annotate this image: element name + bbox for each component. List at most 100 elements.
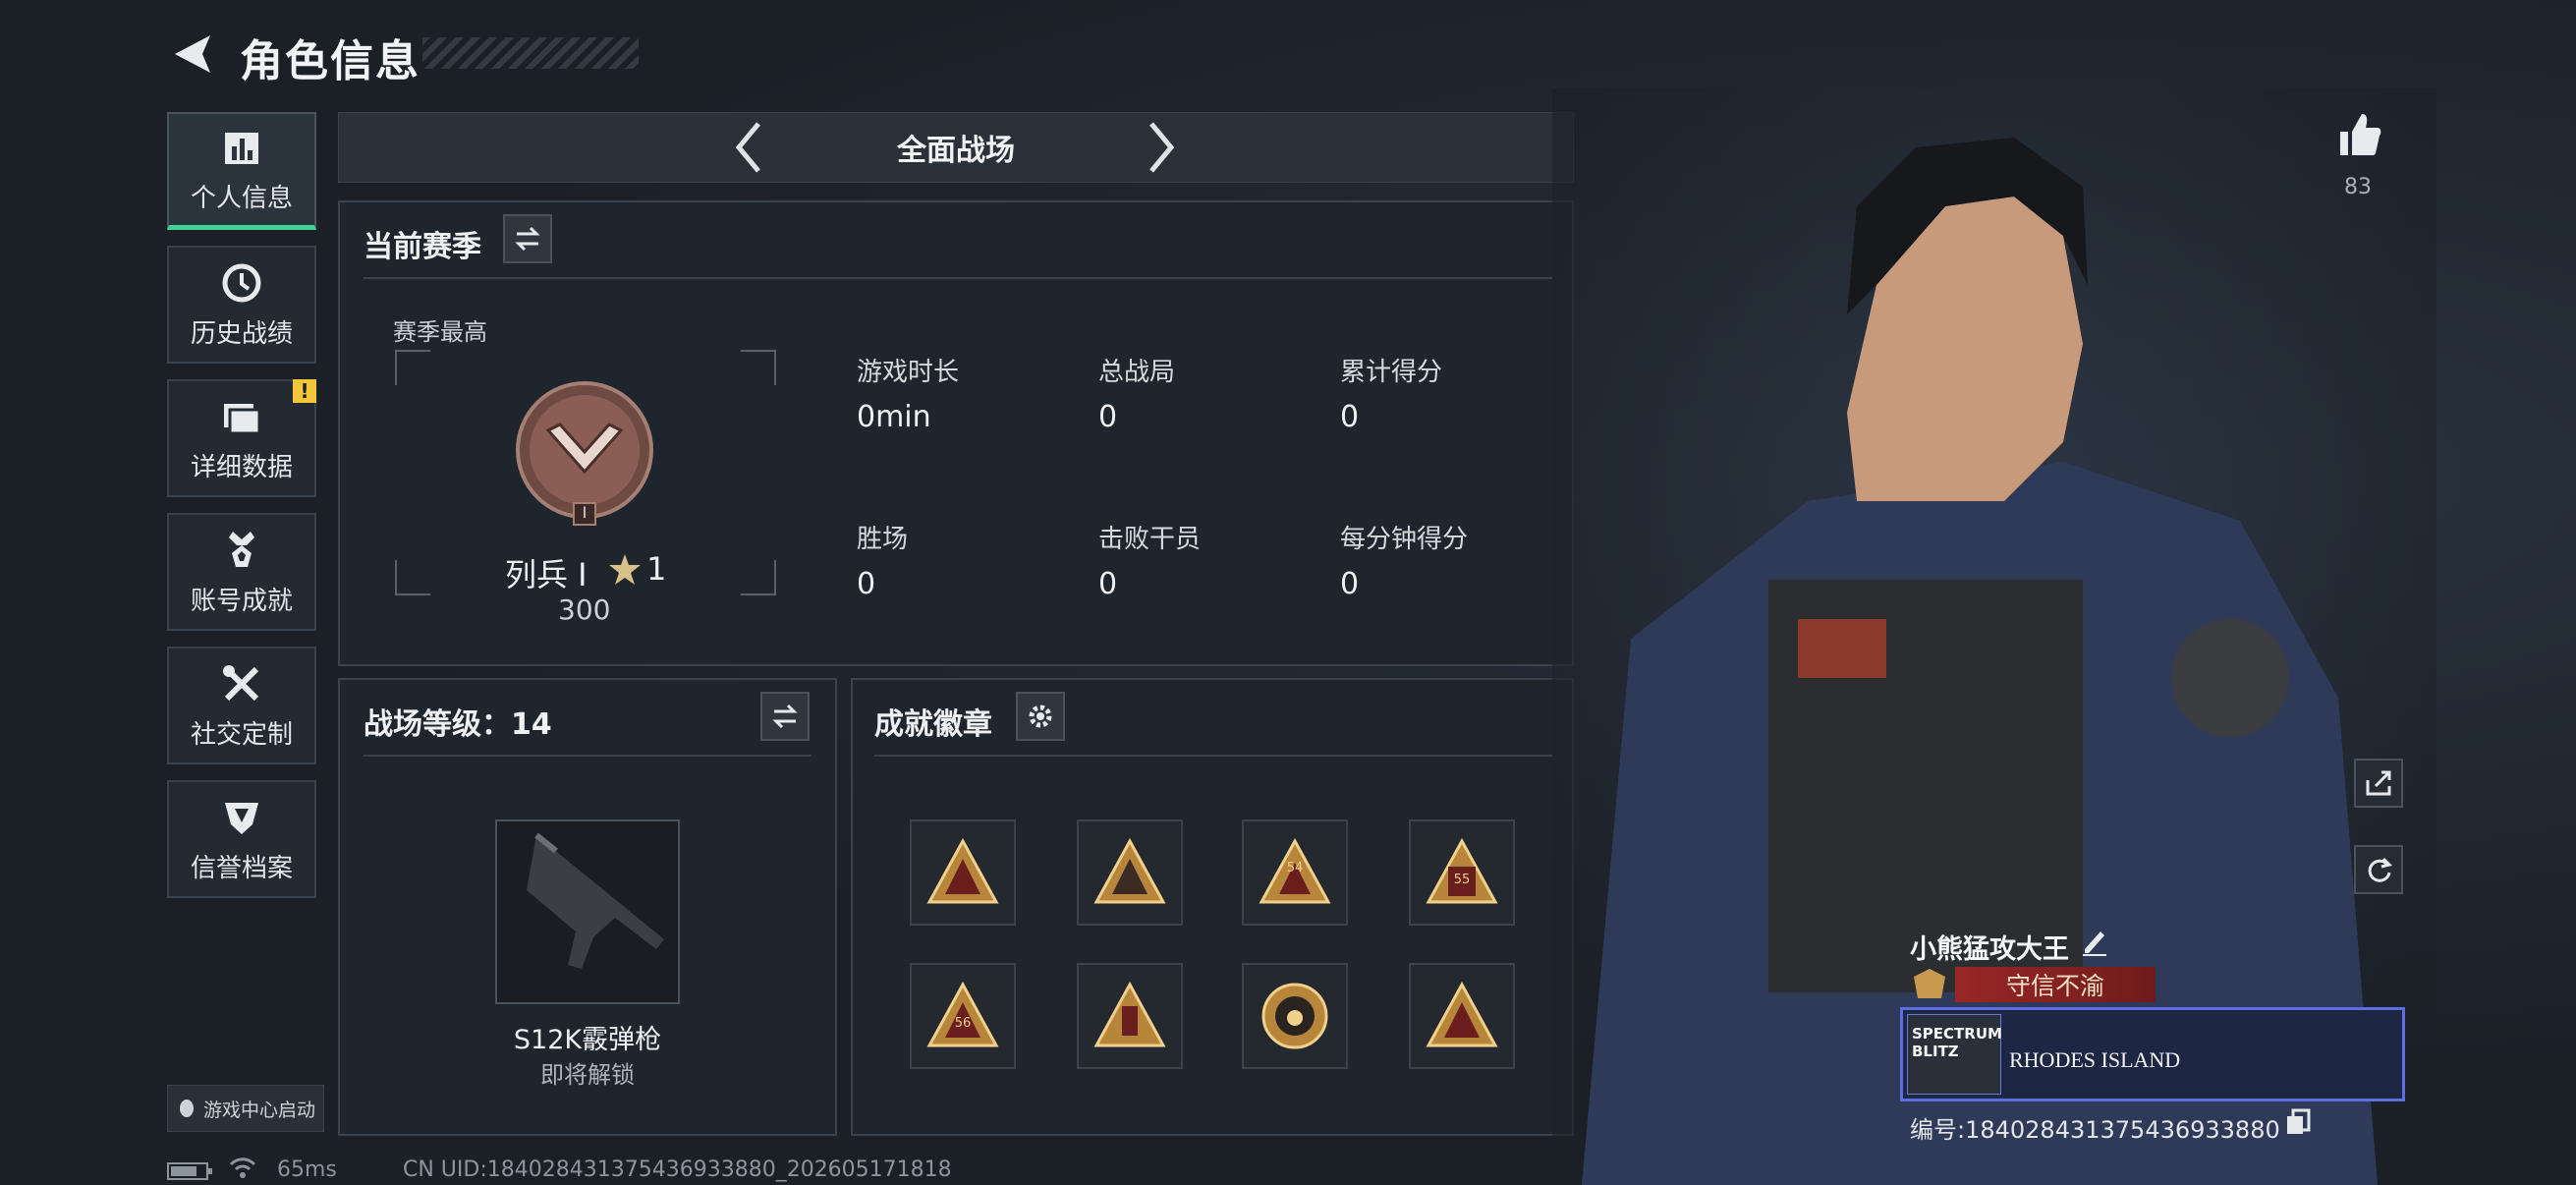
divider bbox=[874, 755, 1552, 757]
triangle-badge-icon bbox=[1426, 981, 1498, 1047]
frame-corner bbox=[395, 350, 430, 385]
season-best-label: 赛季最高 bbox=[393, 318, 487, 346]
share-icon bbox=[2366, 770, 2391, 796]
round-badge-icon bbox=[1261, 983, 1328, 1049]
back-arrow-icon[interactable] bbox=[167, 29, 216, 79]
game-center-button[interactable]: 游戏中心启动 bbox=[167, 1085, 324, 1132]
likes-count: 83 bbox=[2344, 175, 2372, 199]
triangle-badge-icon bbox=[1093, 837, 1166, 904]
rank-roman: Ⅰ bbox=[582, 503, 588, 522]
status-uid: CN UID:1840284313754369338​80_2026051718… bbox=[403, 1157, 952, 1182]
stat-value: 0 bbox=[1098, 567, 1118, 601]
copy-icon[interactable] bbox=[2285, 1108, 2311, 1136]
achievement-badge[interactable] bbox=[1242, 963, 1348, 1069]
history-icon bbox=[222, 263, 261, 302]
sidebar-item-label: 社交定制 bbox=[190, 719, 293, 750]
medal-icon bbox=[229, 531, 254, 567]
banner-left-logo: SPECTRUM BLITZ bbox=[1907, 1014, 2002, 1095]
player-uid: 编号:1840284313754369338​80 bbox=[1910, 1116, 2280, 1144]
sidebar-item-history[interactable]: 历史战绩 bbox=[167, 246, 316, 364]
sidebar-item-label: 个人信息 bbox=[190, 184, 293, 213]
rank-stars: 1 bbox=[646, 550, 667, 588]
stat-value: 0 bbox=[1340, 567, 1360, 601]
stat-label: 游戏时长 bbox=[857, 358, 960, 387]
mode-label: 全面战场 bbox=[897, 134, 1015, 168]
tools-icon bbox=[223, 664, 259, 701]
sidebar-item-credit-profile[interactable]: 信誉档案 bbox=[167, 780, 316, 898]
name-card-banner[interactable]: SPECTRUM BLITZ RHODES ISLAND bbox=[1900, 1007, 2405, 1101]
stat-label: 累计得分 bbox=[1340, 358, 1443, 387]
frame-corner bbox=[741, 560, 776, 595]
season-switch-button[interactable] bbox=[503, 214, 552, 263]
stat-wins: 胜场 0 bbox=[857, 519, 908, 601]
sidebar-item-personal-info[interactable]: 个人信息 bbox=[167, 112, 316, 230]
shield-icon bbox=[225, 802, 258, 834]
game-center-label: 游戏中心启动 bbox=[203, 1099, 316, 1121]
weapon-name: S12K霰弹枪 bbox=[513, 1025, 662, 1055]
divider bbox=[364, 277, 1552, 279]
stat-score-per-minute: 每分钟得分 0 bbox=[1340, 519, 1468, 601]
stat-total-score: 累计得分 0 bbox=[1340, 352, 1442, 434]
player-title: 守信不渝 bbox=[1955, 967, 2156, 1002]
warning-badge: ! bbox=[293, 379, 316, 403]
rank-name: 列兵 Ⅰ bbox=[505, 556, 588, 593]
stat-total-matches: 总战局 0 bbox=[1098, 352, 1175, 434]
sidebar-item-social-custom[interactable]: 社交定制 bbox=[167, 647, 316, 764]
shotgun-icon bbox=[527, 832, 664, 969]
sidebar-item-label: 详细数据 bbox=[190, 452, 293, 482]
achievement-badge[interactable] bbox=[1077, 819, 1183, 926]
achievement-badge[interactable] bbox=[910, 819, 1016, 926]
weapon-status: 即将解锁 bbox=[540, 1061, 635, 1089]
swap-icon bbox=[515, 226, 540, 252]
rotate-button[interactable] bbox=[2354, 845, 2403, 894]
achievements-settings-button[interactable] bbox=[1016, 692, 1065, 741]
achievement-badge[interactable] bbox=[1077, 963, 1183, 1069]
badge-number: 55 bbox=[1453, 873, 1471, 887]
stat-label: 总战局 bbox=[1098, 358, 1176, 387]
divider bbox=[364, 755, 812, 757]
frame-corner bbox=[741, 350, 776, 385]
stat-label: 每分钟得分 bbox=[1340, 525, 1469, 554]
sidebar-item-label: 历史战绩 bbox=[190, 318, 293, 349]
ping-value: 65ms bbox=[277, 1157, 337, 1182]
wifi-icon bbox=[229, 1157, 256, 1178]
page-title: 角色信息 bbox=[240, 36, 420, 86]
achievement-badge[interactable] bbox=[1409, 963, 1515, 1069]
folder-icon bbox=[224, 403, 261, 434]
bar-chart-icon bbox=[225, 133, 258, 164]
triangle-badge-icon bbox=[1093, 981, 1166, 1047]
battery-icon bbox=[167, 1162, 212, 1180]
sidebar-item-label: 信誉档案 bbox=[190, 853, 293, 883]
sidebar-item-label: 账号成就 bbox=[190, 586, 293, 616]
title-decoration bbox=[422, 37, 639, 69]
stat-kills: 击败干员 0 bbox=[1098, 519, 1201, 601]
level-switch-button[interactable] bbox=[760, 692, 810, 741]
achievements-title: 成就徽章 bbox=[874, 707, 992, 742]
rank-points: 300 bbox=[558, 593, 611, 626]
player-name: 小熊猛攻大王 bbox=[1910, 934, 2069, 965]
stat-label: 击败干员 bbox=[1098, 525, 1202, 554]
star-icon bbox=[609, 554, 641, 585]
edit-icon[interactable] bbox=[2079, 926, 2110, 957]
frame-corner bbox=[395, 560, 430, 595]
swap-icon bbox=[772, 704, 798, 729]
share-button[interactable] bbox=[2354, 759, 2403, 808]
stat-label: 胜场 bbox=[857, 525, 909, 554]
badge-number: 56 bbox=[954, 1016, 972, 1031]
banner-right-text: RHODES ISLAND bbox=[2009, 1047, 2181, 1072]
stat-play-time: 游戏时长 0min bbox=[857, 352, 959, 434]
battlefield-level-title: 战场等级：14 bbox=[364, 707, 552, 742]
chevron-right-icon[interactable] bbox=[1144, 120, 1179, 175]
triangle-badge-icon bbox=[926, 837, 999, 904]
stat-value: 0min bbox=[857, 400, 931, 434]
title-emblem-icon bbox=[1914, 969, 1945, 998]
penguin-icon bbox=[180, 1100, 194, 1117]
thumbs-up-icon[interactable] bbox=[2334, 110, 2383, 159]
stat-value: 0 bbox=[1340, 400, 1360, 434]
badge-number: 54 bbox=[1286, 861, 1304, 875]
stat-value: 0 bbox=[857, 567, 876, 601]
weapon-card[interactable] bbox=[495, 819, 680, 1004]
gear-icon bbox=[1029, 705, 1052, 728]
sidebar-item-account-achievements[interactable]: 账号成就 bbox=[167, 513, 316, 631]
stat-value: 0 bbox=[1098, 400, 1118, 434]
